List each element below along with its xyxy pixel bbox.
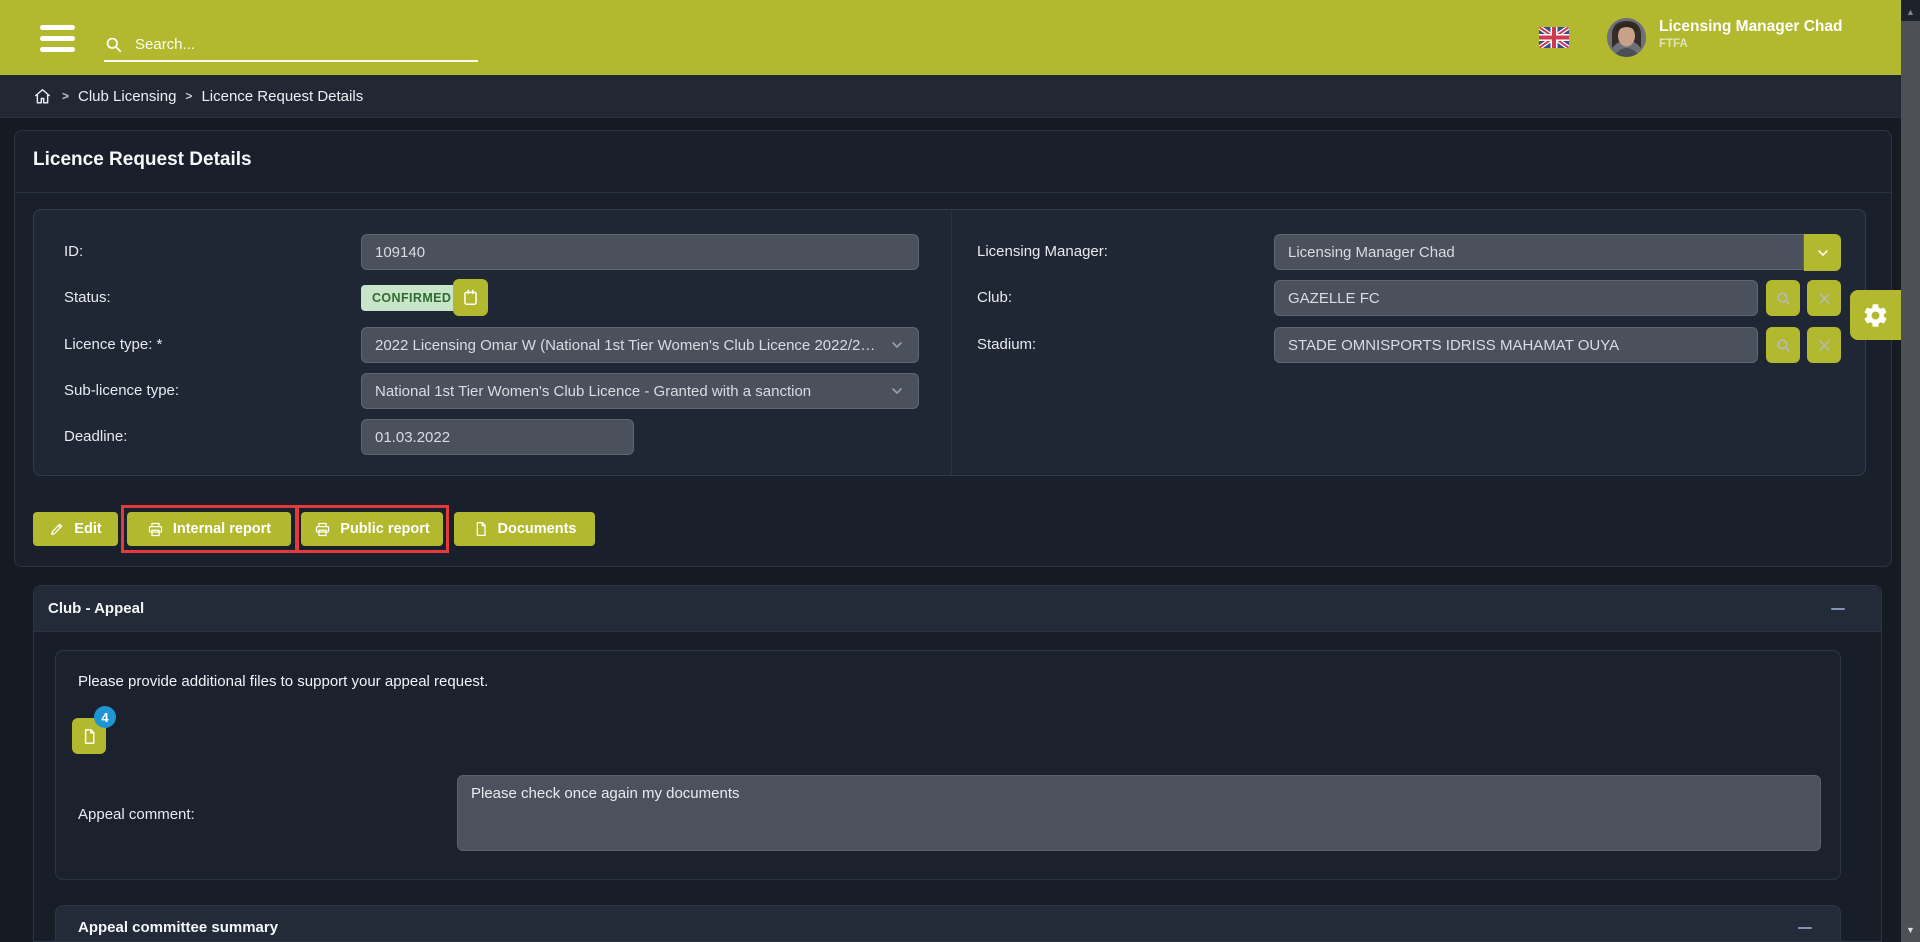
licensing-manager-value: Licensing Manager Chad — [1288, 244, 1790, 261]
page-title: Licence Request Details — [33, 149, 252, 171]
gear-icon — [1862, 302, 1889, 329]
public-report-button-label: Public report — [340, 521, 429, 537]
pencil-icon — [49, 521, 65, 537]
deadline-label: Deadline: — [64, 419, 127, 455]
appeal-committee-title: Appeal committee summary — [78, 906, 278, 942]
licensing-manager-label: Licensing Manager: — [977, 234, 1108, 270]
breadcrumb-separator: > — [62, 89, 69, 103]
licence-form-panel: ID: 109140 Status: CONFIRMED Licence typ… — [33, 209, 1866, 476]
sub-licence-type-select[interactable]: National 1st Tier Women's Club Licence -… — [361, 373, 919, 409]
licence-request-details-page: Licensing Manager Chad FTFA > Club Licen… — [0, 0, 1920, 942]
sub-licence-type-value: National 1st Tier Women's Club Licence -… — [375, 383, 881, 400]
club-appeal-section: Club - Appeal Please provide additional … — [33, 585, 1882, 942]
internal-report-button-label: Internal report — [173, 521, 271, 537]
collapse-section-button[interactable] — [1825, 596, 1851, 622]
hamburger-icon — [40, 25, 75, 30]
appeal-hint-text: Please provide additional files to suppo… — [78, 673, 488, 690]
club-appeal-header: Club - Appeal — [34, 586, 1881, 632]
printer-icon — [314, 521, 331, 538]
licensing-manager-field: Licensing Manager Chad — [1274, 234, 1804, 270]
documents-button[interactable]: Documents — [454, 512, 595, 546]
close-icon — [1817, 291, 1832, 306]
club-clear-button[interactable] — [1807, 280, 1841, 316]
scroll-up-icon[interactable]: ▲ — [1901, 2, 1920, 22]
appeal-committee-panel: Appeal committee summary — [55, 905, 1841, 942]
file-icon — [81, 728, 98, 745]
club-search-button[interactable] — [1766, 280, 1800, 316]
page-scrollbar[interactable]: ▲ ▼ — [1901, 0, 1920, 942]
user-name: Licensing Manager Chad — [1659, 17, 1842, 37]
breadcrumb-separator: > — [185, 89, 192, 103]
club-appeal-title: Club - Appeal — [48, 586, 144, 632]
language-flag-uk-icon[interactable] — [1539, 27, 1569, 48]
files-count-badge: 4 — [94, 706, 116, 728]
chevron-down-icon — [889, 337, 905, 353]
stadium-field: STADE OMNISPORTS IDRISS MAHAMAT OUYA — [1274, 327, 1758, 363]
internal-report-button[interactable]: Internal report — [127, 512, 291, 546]
status-label: Status: — [64, 280, 111, 316]
menu-toggle-button[interactable] — [40, 25, 75, 52]
appeal-files-panel: Please provide additional files to suppo… — [55, 650, 1841, 880]
scrollbar-thumb[interactable] — [1901, 21, 1920, 942]
documents-button-label: Documents — [498, 521, 577, 537]
clipboard-icon — [461, 288, 480, 307]
printer-icon — [147, 521, 164, 538]
hamburger-icon — [40, 47, 75, 52]
appeal-comment-label: Appeal comment: — [78, 806, 195, 823]
breadcrumb: > Club Licensing > Licence Request Detai… — [0, 75, 1920, 118]
edit-button-label: Edit — [74, 521, 101, 537]
scroll-down-icon[interactable]: ▼ — [1901, 920, 1920, 940]
stadium-value: STADE OMNISPORTS IDRISS MAHAMAT OUYA — [1288, 337, 1744, 354]
breadcrumb-current-page: Licence Request Details — [201, 88, 363, 105]
search-icon — [104, 35, 123, 54]
close-icon — [1817, 338, 1832, 353]
licensing-manager-dropdown-button[interactable] — [1804, 234, 1841, 271]
sub-licence-type-label: Sub-licence type: — [64, 373, 179, 409]
status-badge: CONFIRMED — [361, 285, 462, 311]
licence-type-select[interactable]: 2022 Licensing Omar W (National 1st Tier… — [361, 327, 919, 363]
chevron-down-icon — [889, 383, 905, 399]
user-organisation: FTFA — [1659, 37, 1842, 52]
document-icon — [473, 521, 489, 537]
user-avatar[interactable] — [1607, 18, 1646, 57]
search-icon — [1775, 290, 1792, 307]
appeal-comment-textarea[interactable]: Please check once again my documents — [457, 775, 1821, 851]
minus-icon — [1831, 608, 1845, 610]
club-field: GAZELLE FC — [1274, 280, 1758, 316]
status-history-button[interactable] — [453, 279, 488, 316]
breadcrumb-club-licensing[interactable]: Club Licensing — [78, 88, 176, 105]
licence-type-label: Licence type: * — [64, 327, 162, 363]
club-label: Club: — [977, 280, 1012, 316]
chevron-down-icon — [1815, 245, 1831, 261]
home-icon[interactable] — [33, 87, 52, 106]
stadium-label: Stadium: — [977, 327, 1036, 363]
stadium-clear-button[interactable] — [1807, 327, 1841, 363]
licence-type-value: 2022 Licensing Omar W (National 1st Tier… — [375, 337, 881, 354]
id-field: 109140 — [361, 234, 919, 270]
deadline-value: 01.03.2022 — [375, 429, 620, 446]
search-input[interactable] — [133, 35, 478, 54]
public-report-button[interactable]: Public report — [301, 512, 443, 546]
minus-icon — [1798, 927, 1812, 929]
id-label: ID: — [64, 234, 83, 270]
club-value: GAZELLE FC — [1288, 290, 1744, 307]
edit-button[interactable]: Edit — [33, 512, 118, 546]
collapse-committee-button[interactable] — [1792, 915, 1818, 941]
settings-fab-button[interactable] — [1850, 290, 1901, 340]
search-icon — [1775, 337, 1792, 354]
title-divider — [15, 192, 1891, 193]
id-value: 109140 — [375, 244, 905, 261]
stadium-search-button[interactable] — [1766, 327, 1800, 363]
global-search — [104, 28, 478, 62]
deadline-field: 01.03.2022 — [361, 419, 634, 455]
user-menu[interactable]: Licensing Manager Chad FTFA — [1659, 17, 1842, 52]
top-bar: Licensing Manager Chad FTFA — [0, 0, 1920, 75]
column-divider — [951, 210, 952, 475]
hamburger-icon — [40, 36, 75, 41]
